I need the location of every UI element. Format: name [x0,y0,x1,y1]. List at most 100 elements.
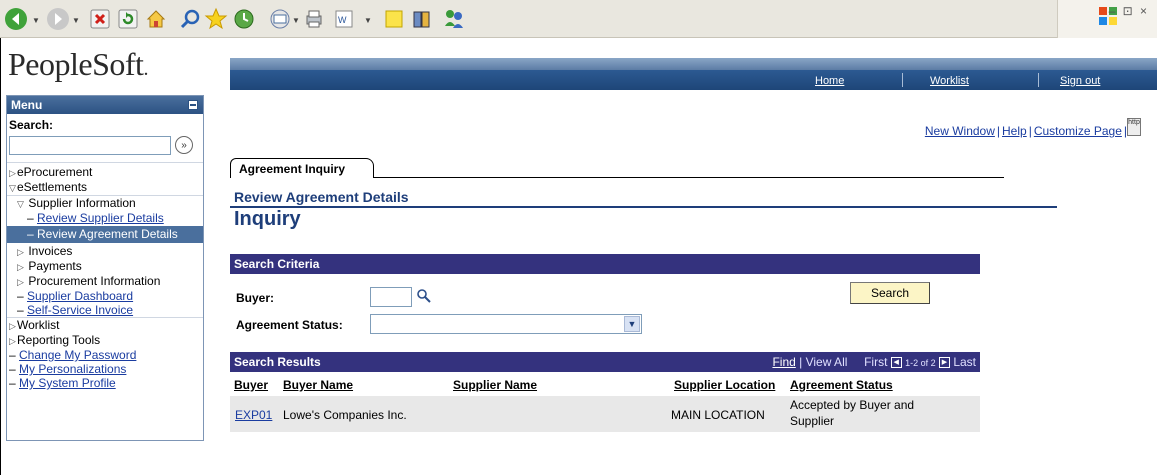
next-icon[interactable]: ▶ [938,357,950,369]
print-icon[interactable] [300,5,328,33]
expand-icon: ▷ [9,321,16,331]
help-link[interactable]: Help [1002,124,1027,138]
menu-header: Menu [7,96,203,114]
sidebar-item-change-password[interactable]: – Change My Password [7,348,203,362]
notes-icon[interactable] [380,5,408,33]
column-header-supplier-location[interactable]: Supplier Location [674,378,775,392]
find-link[interactable]: Find [772,355,795,369]
search-row: » [7,134,203,156]
sign-out-link[interactable]: Sign out [1060,75,1100,87]
agreement-status-select[interactable]: ▼ [370,314,642,334]
window-controls[interactable]: – ⊡ × [1109,4,1149,18]
expand-icon: ▷ [17,247,24,257]
sidebar-item-review-supplier-details[interactable]: – Review Supplier Details [7,211,203,225]
refresh-icon[interactable] [114,5,142,33]
browser-toolbar: ▼ ▼ ▼ W ▼ – ⊡ × [0,0,1157,38]
search-button[interactable]: Search [850,282,930,304]
favorites-icon[interactable] [202,5,230,33]
customize-page-link[interactable]: Customize Page [1034,124,1122,138]
sidebar-item-reporting-tools[interactable]: ▷Reporting Tools [7,333,203,348]
back-icon[interactable] [2,5,30,33]
mail-dropdown-icon[interactable]: ▼ [292,16,300,25]
divider [7,162,203,163]
menu-title: Menu [11,98,43,112]
messenger-icon[interactable] [440,5,468,33]
home-link[interactable]: Home [815,75,844,87]
sidebar-item-my-personalizations[interactable]: – My Personalizations [7,362,203,376]
menu-search-input[interactable] [9,136,171,155]
buyer-label: Buyer: [236,291,275,305]
sidebar-item-worklist[interactable]: ▷Worklist [7,317,203,333]
agreement-status-cell-line2: Supplier [790,414,835,428]
search-icon[interactable] [176,5,204,33]
worklist-link[interactable]: Worklist [930,75,969,87]
first-link[interactable]: First [864,355,887,369]
sidebar-item-supplier-dashboard[interactable]: – Supplier Dashboard [7,289,203,303]
title-divider [230,206,1057,208]
search-results-header: Search Results Find | View All First ◀ 1… [230,352,980,372]
frame-border [0,38,1,475]
windows-logo-area: – ⊡ × [1057,0,1157,38]
previous-icon[interactable]: ◀ [890,357,902,369]
svg-text:W: W [338,15,347,25]
column-header-supplier-name[interactable]: Supplier Name [453,378,537,392]
search-criteria-header: Search Criteria [230,254,980,274]
supplier-location-cell: MAIN LOCATION [671,408,765,422]
forward-dropdown-icon[interactable]: ▼ [72,16,80,25]
sidebar-item-esettlements[interactable]: ▽eSettlements [7,180,203,195]
expand-icon: ▷ [17,262,24,272]
sidebar-menu: Menu Search: » ▷eProcurement ▽eSettlemen… [6,95,204,441]
collapse-icon: ▽ [9,183,16,193]
sidebar-item-my-system-profile[interactable]: – My System Profile [7,376,203,390]
research-icon[interactable] [408,5,436,33]
stop-icon[interactable] [86,5,114,33]
header-nav: Home Worklist Sign out [230,70,1157,90]
home-icon[interactable] [142,5,170,33]
page-subtitle: Review Agreement Details [234,189,409,205]
word-dropdown-icon[interactable]: ▼ [364,16,372,25]
peoplesoft-logo: PeopleSoft. [8,46,148,82]
sidebar-item-review-agreement-details[interactable]: – Review Agreement Details [7,226,203,243]
history-icon[interactable] [230,5,258,33]
mail-icon[interactable] [266,5,294,33]
forward-icon[interactable] [44,5,72,33]
back-dropdown-icon[interactable]: ▼ [32,16,40,25]
search-label: Search: [9,118,54,132]
expand-icon: ▷ [9,168,16,178]
collapse-icon: ▽ [17,199,24,209]
buyer-input[interactable] [370,287,412,307]
page-links: New Window | Help | Customize Page | [924,124,1127,138]
sidebar-item-supplier-information[interactable]: ▽ Supplier Information [7,195,203,211]
header-band [230,58,1157,70]
buyer-link[interactable]: EXP01 [235,408,272,422]
lookup-icon[interactable] [416,288,432,304]
agreement-status-cell-line1: Accepted by Buyer and [790,398,915,412]
buyer-cell: EXP01 [235,408,272,422]
sidebar-item-procurement-information[interactable]: ▷ Procurement Information [7,274,203,289]
buyer-name-cell: Lowe's Companies Inc. [283,408,407,422]
chevron-down-icon[interactable]: ▼ [624,316,640,332]
sidebar-item-eprocurement[interactable]: ▷eProcurement [7,165,203,180]
column-header-buyer-name[interactable]: Buyer Name [283,378,353,392]
word-icon[interactable]: W [330,5,358,33]
column-header-buyer[interactable]: Buyer [234,378,268,392]
last-link[interactable]: Last [953,355,976,369]
sidebar-item-payments[interactable]: ▷ Payments [7,259,203,274]
active-item-label: Review Agreement Details [37,227,178,241]
expand-icon: ▷ [9,336,16,346]
sidebar-item-self-service-invoice[interactable]: – Self-Service Invoice [7,303,203,317]
page-title: Inquiry [234,208,301,230]
tab-agreement-inquiry[interactable]: Agreement Inquiry [230,158,374,178]
search-go-icon[interactable]: » [175,136,193,154]
results-range: 1-2 of 2 [905,358,936,368]
minimize-icon[interactable] [188,100,198,110]
sidebar-item-invoices[interactable]: ▷ Invoices [7,244,203,259]
new-window-link[interactable]: New Window [925,124,995,138]
column-header-agreement-status[interactable]: Agreement Status [790,378,893,392]
view-all-link[interactable]: View All [806,355,848,369]
http-icon[interactable]: http [1127,118,1141,136]
table-row: EXP01 Lowe's Companies Inc. MAIN LOCATIO… [230,396,980,432]
nav-separator [1038,73,1039,87]
nav-separator [902,73,903,87]
tab-underline [374,177,1004,178]
